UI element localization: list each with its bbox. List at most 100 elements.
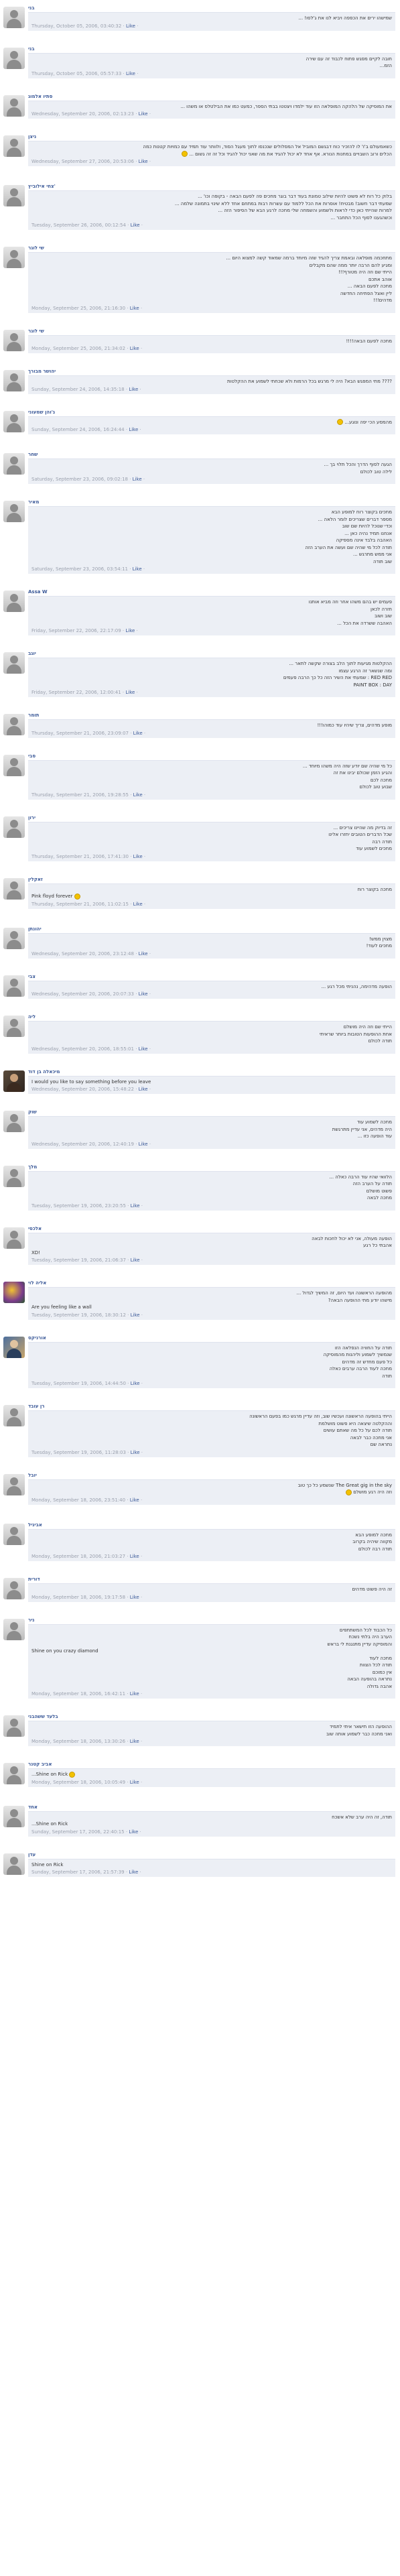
comment-author-link[interactable]: מאיר xyxy=(28,499,39,505)
comment-author-link[interactable]: ירון xyxy=(28,815,36,820)
like-link[interactable]: Like xyxy=(139,991,148,997)
avatar[interactable] xyxy=(3,370,25,391)
like-link[interactable]: Like xyxy=(131,1381,140,1386)
comment-author-link[interactable]: תומר xyxy=(28,713,39,718)
like-link[interactable]: Like xyxy=(131,1450,140,1455)
comment-author-link[interactable]: בני xyxy=(28,46,35,52)
avatar[interactable] xyxy=(3,591,25,612)
like-link[interactable]: Like xyxy=(133,854,143,859)
comment-author-link[interactable]: עדן xyxy=(28,1852,36,1857)
comment-author-link[interactable]: יוגב xyxy=(28,651,36,656)
comment-author-link[interactable]: שי לוגר xyxy=(28,245,44,251)
avatar[interactable] xyxy=(3,652,25,674)
comment-author-link[interactable]: סבי xyxy=(28,753,36,759)
avatar[interactable] xyxy=(3,816,25,838)
like-link[interactable]: Like xyxy=(130,1595,139,1600)
avatar[interactable] xyxy=(3,7,25,28)
avatar[interactable] xyxy=(3,247,25,268)
like-link[interactable]: Like xyxy=(129,1829,138,1835)
comment-author-link[interactable]: אליה לוי xyxy=(28,1280,46,1286)
like-link[interactable]: Like xyxy=(139,1046,148,1052)
like-link[interactable]: Like xyxy=(133,566,142,572)
avatar[interactable] xyxy=(3,1227,25,1249)
avatar[interactable] xyxy=(3,1523,25,1545)
avatar[interactable] xyxy=(3,410,25,432)
avatar[interactable] xyxy=(3,927,25,949)
avatar[interactable] xyxy=(3,501,25,522)
comment-author-link[interactable]: שי לוגר xyxy=(28,328,44,334)
like-link[interactable]: Like xyxy=(139,951,148,957)
comment-author-link[interactable]: יהונתן xyxy=(28,926,42,932)
comment-author-link[interactable]: אביב קטנר xyxy=(28,1762,52,1767)
comment-author-link[interactable]: מלך xyxy=(28,1164,37,1170)
comment-author-link[interactable]: שוק xyxy=(28,1109,37,1115)
avatar[interactable] xyxy=(3,1805,25,1827)
like-link[interactable]: Like xyxy=(130,1739,139,1744)
avatar[interactable] xyxy=(3,95,25,117)
like-link[interactable]: Like xyxy=(139,1142,148,1147)
avatar[interactable] xyxy=(3,877,25,900)
like-link[interactable]: Like xyxy=(139,111,148,117)
avatar[interactable] xyxy=(3,714,25,735)
avatar[interactable] xyxy=(3,453,25,475)
avatar[interactable] xyxy=(3,185,25,206)
like-link[interactable]: Like xyxy=(133,731,143,736)
avatar[interactable] xyxy=(3,47,25,69)
avatar[interactable] xyxy=(3,1715,25,1737)
like-link[interactable]: Like xyxy=(133,792,143,798)
comment-author-link[interactable]: בני xyxy=(28,5,35,11)
comment-author-link[interactable]: דורית xyxy=(28,1577,40,1582)
like-link[interactable]: Like xyxy=(130,1554,139,1559)
avatar[interactable] xyxy=(3,1853,25,1875)
like-link[interactable]: Like xyxy=(133,477,142,482)
like-link[interactable]: Like xyxy=(130,346,139,351)
avatar[interactable] xyxy=(3,1016,25,1037)
comment-author-link[interactable]: זאקלין xyxy=(28,877,43,882)
comment-author-link[interactable]: סתיו אלמוג xyxy=(28,94,52,99)
comment-author-link[interactable]: צבי xyxy=(28,974,36,979)
like-link[interactable]: Like xyxy=(129,387,138,392)
comment-author-link[interactable]: יובל xyxy=(28,1473,37,1478)
comment-author-link[interactable]: ניצן xyxy=(28,134,36,139)
comment-author-link[interactable]: ניר xyxy=(28,1617,34,1623)
comment-author-link[interactable]: מיכאלה בן דוד xyxy=(28,1069,60,1075)
like-link[interactable]: Like xyxy=(131,1312,140,1318)
avatar[interactable] xyxy=(3,1282,25,1303)
like-link[interactable]: Like xyxy=(125,690,135,695)
comment-author-link[interactable]: רן עובד xyxy=(28,1404,45,1409)
like-link[interactable]: Like xyxy=(131,1203,140,1209)
like-link[interactable]: Like xyxy=(133,902,143,907)
like-link[interactable]: Like xyxy=(129,1869,138,1875)
like-link[interactable]: Like xyxy=(131,223,140,228)
avatar[interactable] xyxy=(3,1473,25,1495)
like-link[interactable]: Like xyxy=(126,23,135,29)
avatar[interactable] xyxy=(3,1070,25,1092)
avatar[interactable] xyxy=(3,135,25,157)
like-link[interactable]: Like xyxy=(130,1780,139,1785)
like-link[interactable]: Like xyxy=(139,1087,148,1092)
like-link[interactable]: Like xyxy=(130,1497,139,1503)
avatar[interactable] xyxy=(3,1763,25,1784)
comment-author-link[interactable]: אחד xyxy=(28,1804,38,1810)
avatar[interactable] xyxy=(3,1578,25,1599)
comment-author-link[interactable]: אביגיל xyxy=(28,1522,42,1528)
like-link[interactable]: Like xyxy=(125,628,135,633)
comment-author-link[interactable]: בלעד ששהבני xyxy=(28,1714,58,1719)
comment-author-link[interactable]: ליה xyxy=(28,1014,36,1020)
like-link[interactable]: Like xyxy=(131,1258,140,1263)
avatar[interactable] xyxy=(3,1336,25,1358)
like-link[interactable]: Like xyxy=(126,71,135,76)
avatar[interactable] xyxy=(3,1165,25,1187)
avatar[interactable] xyxy=(3,329,25,351)
comment-author-link[interactable]: שחר xyxy=(28,452,38,457)
like-link[interactable]: Like xyxy=(130,306,139,311)
like-link[interactable]: Like xyxy=(130,1691,139,1697)
comment-author-link[interactable]: צחי אילוביץ' xyxy=(28,184,56,189)
comment-author-link[interactable]: ג'והן שמעוני xyxy=(28,410,55,415)
like-link[interactable]: Like xyxy=(129,427,138,432)
avatar[interactable] xyxy=(3,1111,25,1132)
avatar[interactable] xyxy=(3,975,25,997)
like-link[interactable]: Like xyxy=(139,159,148,164)
comment-author-link[interactable]: אורניקס xyxy=(28,1335,46,1341)
comment-author-link[interactable]: אלכסי xyxy=(28,1226,42,1231)
